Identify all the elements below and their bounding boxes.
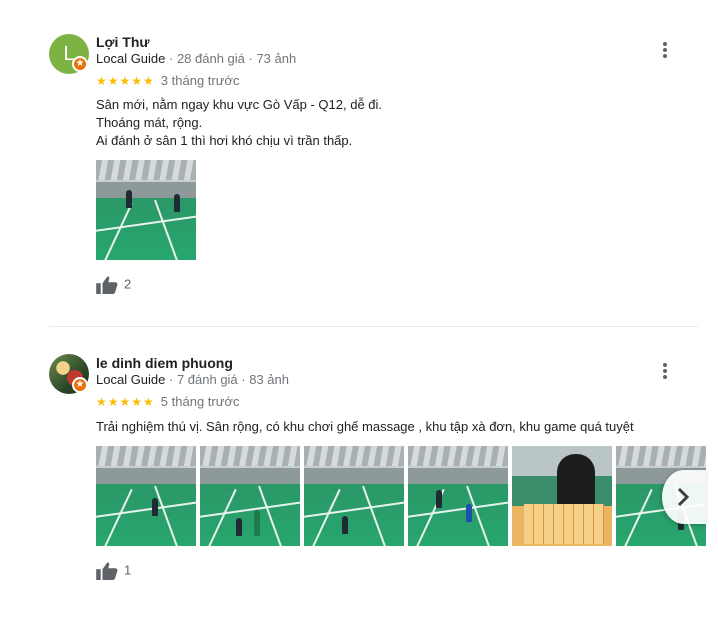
review-photo[interactable]	[408, 446, 508, 546]
chevron-right-icon	[677, 487, 690, 507]
review-photo[interactable]	[304, 446, 404, 546]
reviewer-meta: Local Guide · 28 đánh giá · 73 ảnh	[96, 51, 296, 66]
local-guide-label: Local Guide	[96, 372, 166, 387]
review-photo[interactable]	[96, 160, 196, 260]
review-text-line: Ai đánh ở sân 1 thì hơi khó chịu vì trần…	[96, 133, 353, 148]
review-time: 5 tháng trước	[160, 394, 240, 409]
review-text-line: Sân mới, nằm ngay khu vực Gò Vấp - Q12, …	[96, 97, 383, 112]
reviewer-name[interactable]: le dinh diem phuong	[96, 355, 233, 371]
local-guide-badge-icon: ★	[72, 377, 88, 393]
star-rating: ★★★★★	[96, 395, 155, 409]
review-text-line: Trải nghiệm thú vị. Sân rộng, có khu chơ…	[96, 419, 634, 434]
next-photos-button[interactable]	[662, 470, 706, 524]
reviewer-name[interactable]: Lợi Thư	[96, 34, 150, 50]
review-divider	[49, 326, 698, 327]
like-count: 2	[124, 276, 132, 292]
review-photo[interactable]	[200, 446, 300, 546]
more-vert-icon[interactable]	[655, 40, 675, 62]
review-photo[interactable]	[512, 446, 612, 546]
rating-row: ★★★★★ 3 tháng trước	[96, 73, 239, 88]
review-time: 3 tháng trước	[160, 73, 240, 88]
reviewer-stats: · 28 đánh giá · 73 ảnh	[165, 51, 297, 66]
like-count: 1	[124, 562, 132, 578]
thumb-up-icon	[96, 276, 118, 294]
review-text-line: Thoáng mát, rộng.	[96, 115, 203, 130]
thumb-up-icon	[96, 562, 118, 580]
local-guide-label: Local Guide	[96, 51, 166, 66]
reviewer-stats: · 7 đánh giá · 83 ảnh	[165, 372, 289, 387]
like-button[interactable]: 1	[96, 562, 131, 580]
rating-row: ★★★★★ 5 tháng trước	[96, 394, 239, 409]
star-rating: ★★★★★	[96, 74, 155, 88]
review-photo[interactable]	[96, 446, 196, 546]
local-guide-badge-icon: ★	[72, 56, 88, 72]
reviewer-meta: Local Guide · 7 đánh giá · 83 ảnh	[96, 372, 289, 387]
like-button[interactable]: 2	[96, 276, 131, 294]
more-vert-icon[interactable]	[655, 361, 675, 383]
